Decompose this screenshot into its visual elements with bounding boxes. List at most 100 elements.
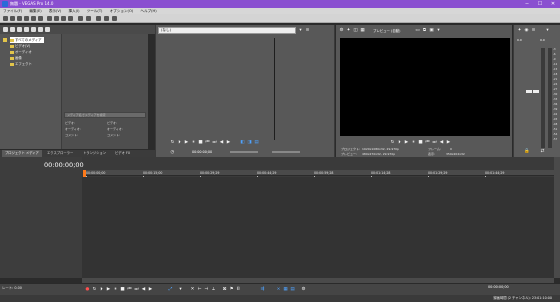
trimmer-add-to-timeline-icon[interactable]: ◧ <box>240 140 245 145</box>
preview-save-snapshot-icon[interactable]: ▣ <box>429 28 434 33</box>
trimmer-loop-icon[interactable]: ↻ <box>170 140 175 145</box>
track-list-area[interactable] <box>0 157 82 278</box>
paste-icon[interactable] <box>61 16 66 21</box>
delete-tool-icon[interactable]: ✕ <box>190 287 195 292</box>
properties-icon[interactable] <box>38 16 43 21</box>
new-project-icon[interactable] <box>3 16 8 21</box>
tab-project-media[interactable]: プロジェクト メディア <box>2 150 42 157</box>
preview-pause-icon[interactable]: ⏸ <box>411 140 416 145</box>
play-icon[interactable]: ▶ <box>106 287 111 292</box>
master-options-icon[interactable]: ▾ <box>545 28 550 33</box>
preview-play-icon[interactable]: ▶ <box>404 140 409 145</box>
timeline-vertical-scrollbar[interactable] <box>554 157 560 278</box>
go-to-start-icon[interactable]: ⏮ <box>127 287 132 292</box>
trimmer-insert-icon[interactable]: ▤ <box>254 140 259 145</box>
preview-split-icon[interactable]: ◫ <box>353 28 358 33</box>
get-media-icon[interactable] <box>17 27 22 32</box>
normal-edit-tool-icon[interactable] <box>96 16 101 21</box>
trim-start-icon[interactable]: ⊢ <box>197 287 202 292</box>
bottom-options-icon[interactable]: ⚙ <box>301 287 306 292</box>
trimmer-history-icon[interactable]: ▾ <box>298 28 303 33</box>
copy-icon[interactable] <box>54 16 59 21</box>
master-fx-icon[interactable]: ✦ <box>517 28 522 33</box>
import-media-icon[interactable] <box>3 27 8 32</box>
preview-loop-icon[interactable]: ↻ <box>390 140 395 145</box>
media-list-pane[interactable] <box>62 34 148 149</box>
preview-play-start-icon[interactable]: ⏵ <box>397 140 402 145</box>
master-mute-icon[interactable]: ◉ <box>524 28 529 33</box>
preview-quality-select[interactable]: プレビュー (自動) <box>373 28 400 33</box>
play-from-start-icon[interactable]: ⏵ <box>99 287 104 292</box>
media-search-input[interactable]: メディア名でメディアを検索 <box>64 112 146 118</box>
media-fx-icon[interactable] <box>31 27 36 32</box>
snap-icon[interactable]: ▾ <box>178 287 183 292</box>
lock-events-icon[interactable]: ⊠ <box>222 287 227 292</box>
normal-edit-tool-icon[interactable]: ⤢ <box>168 287 173 292</box>
trimmer-play-start-icon[interactable]: ⏵ <box>177 140 182 145</box>
save-icon[interactable] <box>17 16 22 21</box>
close-button[interactable]: ✕ <box>547 0 559 8</box>
envelope-tool-icon[interactable] <box>104 16 109 21</box>
tab-transitions[interactable]: トランジション <box>80 150 109 157</box>
ungroup-icon[interactable]: ▤ <box>290 287 295 292</box>
master-fader-left[interactable] <box>526 90 532 93</box>
tab-explorer[interactable]: エクスプローラー <box>44 150 76 157</box>
selection-tool-icon[interactable] <box>112 16 117 21</box>
master-settings-icon[interactable]: ≡ <box>531 28 536 33</box>
group-icon[interactable]: ▦ <box>283 287 288 292</box>
auto-ripple-icon[interactable]: ⇶ <box>260 287 265 292</box>
preview-forward-icon[interactable]: ▶ <box>446 140 451 145</box>
preview-next-frame-icon[interactable]: ⏭ <box>432 140 437 145</box>
render-icon[interactable] <box>31 16 36 21</box>
prev-frame-icon[interactable]: ◀ <box>141 287 146 292</box>
trimmer-play-icon[interactable]: ▶ <box>184 140 189 145</box>
save-as-icon[interactable] <box>24 16 29 21</box>
timeline-tracks[interactable] <box>82 177 554 278</box>
region-icon[interactable]: ⌷ <box>236 287 241 292</box>
trimmer-out-slider[interactable] <box>272 151 300 153</box>
master-downmix-icon[interactable]: ⇄ <box>540 149 545 154</box>
marker-icon[interactable]: ⚑ <box>229 287 234 292</box>
preview-fx-icon[interactable]: ✦ <box>346 28 351 33</box>
maximize-button[interactable]: ☐ <box>534 0 546 8</box>
pause-icon[interactable]: ⏸ <box>113 287 118 292</box>
preview-external-monitor-icon[interactable]: ▭ <box>415 28 420 33</box>
tree-item-effects[interactable]: エフェクト <box>10 61 32 67</box>
preview-settings-icon[interactable]: ⚙ <box>339 28 344 33</box>
trimmer-rewind-icon[interactable]: ◀ <box>219 140 224 145</box>
cut-icon[interactable] <box>47 16 52 21</box>
trimmer-next-icon[interactable]: ⏭ <box>212 140 217 145</box>
record-icon[interactable]: ● <box>85 287 90 292</box>
trim-end-icon[interactable]: ⊣ <box>204 287 209 292</box>
preview-prev-frame-icon[interactable]: ⏮ <box>425 140 430 145</box>
preview-copy-snapshot-icon[interactable]: ⧉ <box>422 28 427 33</box>
trimmer-split-divider[interactable] <box>274 38 275 140</box>
trimmer-stop-icon[interactable]: ■ <box>198 140 203 145</box>
views-icon[interactable] <box>38 27 43 32</box>
stop-icon[interactable]: ■ <box>120 287 125 292</box>
preview-overlay-icon[interactable]: ▦ <box>360 28 365 33</box>
split-icon[interactable]: ⟂ <box>211 287 216 292</box>
redo-icon[interactable] <box>86 16 91 21</box>
trimmer-in-slider[interactable] <box>230 151 258 153</box>
trimmer-overwrite-icon[interactable]: ◨ <box>247 140 252 145</box>
remove-media-icon[interactable] <box>24 27 29 32</box>
explorer-options-icon[interactable] <box>45 27 50 32</box>
preview-more-icon[interactable]: ▾ <box>436 28 441 33</box>
minimize-button[interactable]: ─ <box>521 0 533 8</box>
trimmer-source-select[interactable]: (なし) <box>158 27 296 34</box>
trimmer-forward-icon[interactable]: ▶ <box>226 140 231 145</box>
loop-playback-icon[interactable]: ↻ <box>92 287 97 292</box>
preview-stop-icon[interactable]: ■ <box>418 140 423 145</box>
go-to-end-icon[interactable]: ⏭ <box>134 287 139 292</box>
delete-icon[interactable] <box>68 16 73 21</box>
open-icon[interactable] <box>10 16 15 21</box>
capture-icon[interactable] <box>10 27 15 32</box>
trimmer-pause-icon[interactable]: ⏸ <box>191 140 196 145</box>
trimmer-options-icon[interactable]: ≡ <box>305 28 310 33</box>
preview-rewind-icon[interactable]: ◀ <box>439 140 444 145</box>
master-lock-icon[interactable]: 🔒 <box>524 149 530 154</box>
next-frame-icon[interactable]: ▶ <box>148 287 153 292</box>
master-fader-right[interactable] <box>533 90 539 93</box>
crossfade-icon[interactable]: ⨯ <box>276 287 281 292</box>
